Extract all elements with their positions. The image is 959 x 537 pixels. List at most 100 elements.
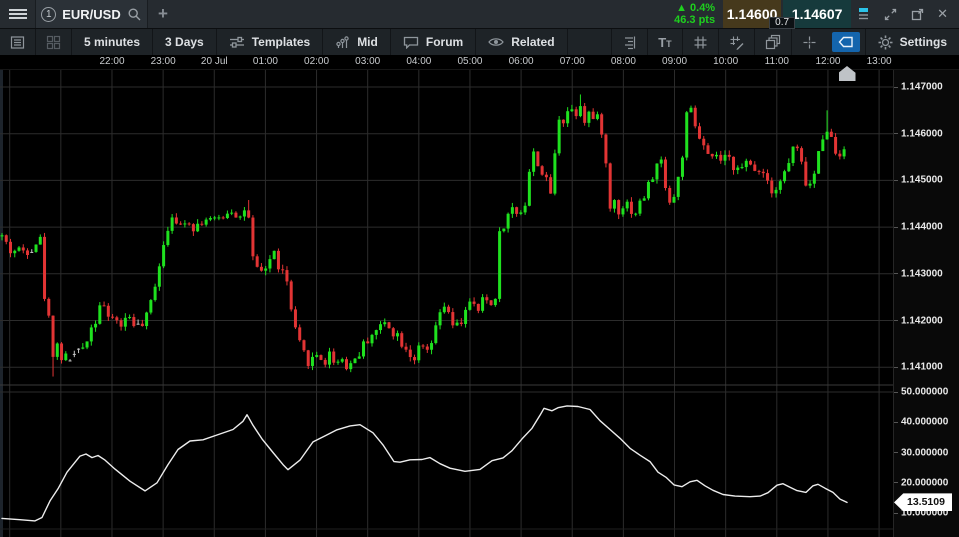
- search-icon[interactable]: [127, 7, 142, 22]
- range-button[interactable]: 3 Days: [153, 29, 217, 55]
- cascade-windows-button[interactable]: [754, 29, 791, 55]
- hash-grid-icon: [693, 35, 708, 50]
- price-change: ▲ 0.4% 46.3 pts: [674, 2, 715, 26]
- axis-label: 30.000000: [901, 447, 948, 458]
- topbar-spacer: [178, 0, 674, 28]
- axis-tick: [894, 320, 898, 321]
- time-label: 11:00: [765, 56, 789, 67]
- top-bar: 1 EUR/USD + ▲ 0.4% 46.3 pts 1.14600 1.14…: [0, 0, 959, 29]
- change-percent: 0.4%: [690, 2, 715, 14]
- crosshair-icon: [802, 35, 817, 50]
- axis-label: 1.141000: [901, 362, 943, 373]
- range-label: 3 Days: [165, 35, 204, 49]
- templates-button[interactable]: Templates: [217, 29, 323, 55]
- gridlines-button[interactable]: [682, 29, 718, 55]
- expand-icon[interactable]: [883, 7, 898, 22]
- time-label: 09:00: [662, 56, 687, 67]
- forum-button[interactable]: Forum: [391, 29, 476, 55]
- time-axis[interactable]: 22:00 23:00 20 Jul 01:00 02:00 03:00 04:00 05:0…: [0, 55, 959, 70]
- settings-button[interactable]: Settings: [865, 29, 959, 55]
- settings-label: Settings: [900, 35, 947, 49]
- text-size-button[interactable]: TT: [647, 29, 681, 55]
- time-label: 06:00: [509, 56, 534, 67]
- draw-grid-button[interactable]: [718, 29, 754, 55]
- axis-tick: [894, 422, 898, 423]
- candlestick-chart[interactable]: [0, 70, 893, 537]
- axis-tick: [894, 482, 898, 483]
- chart-area: 22:00 23:00 20 Jul 01:00 02:00 03:00 04:00 05:0…: [0, 55, 959, 537]
- speech-bubble-icon: [403, 35, 419, 49]
- axis-label: 40.000000: [901, 417, 948, 428]
- gear-icon: [878, 35, 893, 50]
- axis-tick: [894, 180, 898, 181]
- list-icon: [10, 35, 25, 50]
- toolbar-right-group: TT: [611, 29, 959, 55]
- axis-tick: [894, 227, 898, 228]
- axis-label: 1.142000: [901, 315, 943, 326]
- pointer-tool-button-active[interactable]: [832, 32, 860, 52]
- add-tab-button[interactable]: +: [148, 0, 178, 28]
- text-size-icon: TT: [658, 35, 671, 50]
- time-label: 08:00: [611, 56, 636, 67]
- grid-layout-icon: [46, 35, 61, 50]
- axis-tick: [894, 273, 898, 274]
- time-label: 20 Jul: [201, 56, 228, 67]
- forum-label: Forum: [426, 35, 463, 49]
- interval-button[interactable]: 5 minutes: [72, 29, 153, 55]
- time-label: 12:00: [815, 56, 840, 67]
- axis-label: 20.000000: [901, 477, 948, 488]
- time-label: 13:00: [867, 56, 892, 67]
- close-icon[interactable]: ✕: [937, 6, 948, 22]
- crosshair-button[interactable]: [791, 29, 827, 55]
- sliders-icon: [229, 35, 245, 49]
- quote-list-button[interactable]: [0, 29, 36, 55]
- price-buttons: 1.14600 1.14607 0.7: [723, 0, 851, 28]
- spread-value: 0.7: [769, 17, 795, 29]
- mid-price-button[interactable]: Mid: [323, 29, 391, 55]
- interval-label: 5 minutes: [84, 35, 140, 49]
- axis-label: 1.144000: [901, 222, 943, 233]
- axis-tick: [894, 367, 898, 368]
- chart-tab[interactable]: 1 EUR/USD: [36, 0, 148, 28]
- axis-tick: [894, 87, 898, 88]
- mid-label: Mid: [357, 35, 378, 49]
- templates-label: Templates: [252, 35, 310, 49]
- axis-tick: [894, 513, 898, 514]
- related-label: Related: [511, 35, 554, 49]
- axis-label: 1.147000: [901, 82, 943, 93]
- axis-label: 1.145000: [901, 175, 943, 186]
- hash-pencil-icon: [729, 35, 744, 50]
- price-scale-button[interactable]: [611, 29, 647, 55]
- mid-price-icon: [335, 35, 350, 49]
- change-points: 46.3 pts: [674, 14, 715, 26]
- tag-pointer-icon: [838, 36, 854, 48]
- axis-tick: [894, 133, 898, 134]
- time-label: 01:00: [253, 56, 278, 67]
- axis-label: 50.000000: [901, 387, 948, 398]
- time-label: 02:00: [304, 56, 329, 67]
- tab-number-icon: 1: [41, 7, 56, 22]
- related-button[interactable]: Related: [476, 29, 567, 55]
- layout-grid-button[interactable]: [36, 29, 72, 55]
- hamburger-icon: [9, 7, 27, 21]
- price-axis[interactable]: 1.1470001.1460001.1450001.1440001.143000…: [893, 70, 959, 537]
- time-label: 07:00: [560, 56, 585, 67]
- indicator-value-tag: 13.5109: [894, 493, 952, 511]
- chart-toolbar: 5 minutes 3 Days Templates Mid Forum Rel…: [0, 29, 959, 55]
- depth-ladder-icon[interactable]: [859, 7, 871, 21]
- time-label: 04:00: [406, 56, 431, 67]
- time-label: 23:00: [151, 56, 176, 67]
- time-label: 03:00: [355, 56, 380, 67]
- tab-symbol: EUR/USD: [62, 7, 121, 22]
- time-label: 05:00: [457, 56, 482, 67]
- time-label: 22:00: [99, 56, 124, 67]
- menu-button[interactable]: [0, 0, 36, 28]
- up-triangle-icon: ▲: [676, 2, 687, 14]
- window-controls: ✕: [859, 0, 948, 28]
- scale-ruler-icon: [622, 35, 637, 50]
- cascade-windows-icon: [765, 34, 781, 50]
- axis-label: 1.146000: [901, 128, 943, 139]
- popout-icon[interactable]: [910, 7, 925, 22]
- axis-tick: [894, 392, 898, 393]
- axis-tick: [894, 452, 898, 453]
